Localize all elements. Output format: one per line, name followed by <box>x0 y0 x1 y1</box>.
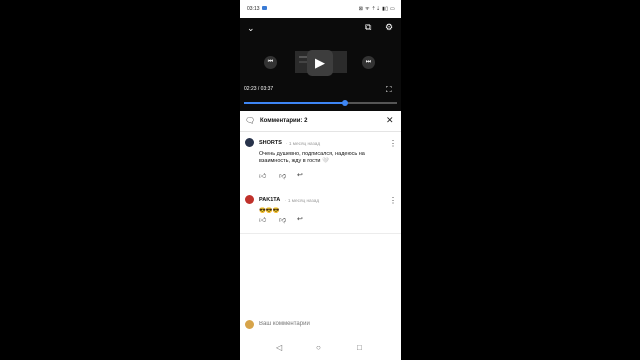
progress-scrubber[interactable] <box>341 100 348 106</box>
reply-icon[interactable]: ↩ <box>297 171 303 179</box>
comment-author[interactable]: SHORTS <box>259 140 282 146</box>
home-icon[interactable]: ○ <box>316 343 321 352</box>
video-player[interactable]: ⌄ ⧉ ⚙ ⏮ ▶ ⏭ 02:23 / 03:37 ⛶ <box>240 18 401 111</box>
notification-icon <box>262 6 267 10</box>
progress-fill <box>244 102 345 104</box>
thumbs-down-icon[interactable]: 👎︎ <box>279 215 286 224</box>
avatar[interactable] <box>245 195 254 204</box>
comment-text: Очень душевно, подписался, надеюсь на вз… <box>259 151 365 164</box>
comments-header: 🗨 Комментарии: 2 ✕ <box>240 111 401 132</box>
comment-author[interactable]: PAK1TA <box>259 197 280 203</box>
progress-bar[interactable] <box>244 100 397 106</box>
thumbs-up-icon[interactable]: 👍︎ <box>259 171 266 180</box>
status-bar: 03:13 ⊠ ᯤ ⇡⇣ ▮▯ ▭ <box>240 0 401 18</box>
comment-compose <box>240 313 401 335</box>
avatar <box>245 320 254 329</box>
timecode: 02:23 / 03:37 <box>244 86 274 92</box>
more-vert-icon[interactable]: ⋮ <box>389 196 397 205</box>
phone-screen: 03:13 ⊠ ᯤ ⇡⇣ ▮▯ ▭ ⌄ ⧉ ⚙ ⏮ ▶ ⏭ 02:23 / 03… <box>240 0 401 360</box>
skip-previous-button[interactable]: ⏮ <box>264 56 277 69</box>
comment-text: 😎😎😎 <box>259 208 280 214</box>
reply-icon[interactable]: ↩ <box>297 215 303 223</box>
comment-time: · 1 месяц назад <box>286 141 321 146</box>
avatar[interactable] <box>245 138 254 147</box>
thumbs-down-icon[interactable]: 👎︎ <box>279 171 286 180</box>
gear-icon[interactable]: ⚙ <box>385 23 393 32</box>
fullscreen-icon[interactable]: ⛶ <box>386 85 392 95</box>
play-icon: ▶ <box>315 55 325 70</box>
recents-icon[interactable]: □ <box>357 343 362 352</box>
play-button[interactable]: ▶ <box>307 50 333 76</box>
comment-icon: 🗨 <box>245 116 256 125</box>
chevron-down-icon[interactable]: ⌄ <box>247 24 255 33</box>
status-time: 03:13 <box>247 6 260 12</box>
status-indicators: ⊠ ᯤ ⇡⇣ ▮▯ ▭ <box>358 6 395 12</box>
cast-icon[interactable]: ⧉ <box>365 23 371 32</box>
comments-panel: 🗨 Комментарии: 2 ✕ SHORTS · 1 месяц наза… <box>240 111 401 313</box>
comments-title: Комментарии: 2 <box>260 118 308 124</box>
thumbs-up-icon[interactable]: 👍︎ <box>259 215 266 224</box>
divider <box>240 233 401 234</box>
back-icon[interactable]: ◁ <box>276 343 282 352</box>
more-vert-icon[interactable]: ⋮ <box>389 139 397 148</box>
skip-next-button[interactable]: ⏭ <box>362 56 375 69</box>
comment-input[interactable] <box>259 319 389 329</box>
close-icon[interactable]: ✕ <box>386 115 394 126</box>
system-nav-bar: ◁ ○ □ <box>240 335 401 360</box>
comment-time: · 1 месяц назад <box>285 198 320 203</box>
skip-previous-icon: ⏮ <box>267 59 274 65</box>
skip-next-icon: ⏭ <box>365 59 372 65</box>
